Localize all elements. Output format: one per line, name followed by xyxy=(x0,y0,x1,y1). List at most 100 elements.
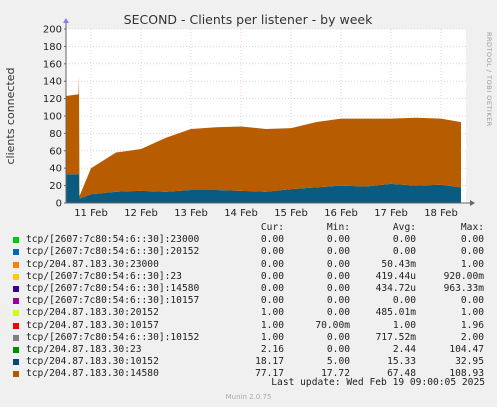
legend-min: 0.00 xyxy=(326,234,350,246)
x-tick-label: 13 Feb xyxy=(174,208,208,219)
legend-max: 0.00 xyxy=(460,295,484,307)
legend-min: 0.00 xyxy=(326,331,350,343)
legend-swatch xyxy=(13,346,19,353)
legend-row: tcp/204.87.183.30:23 2.16 0.00 2.44 104.47 xyxy=(10,344,490,356)
legend-name: tcp/[2607:7c80:54:6::30]:14580 xyxy=(26,282,200,294)
legend-min: 0.00 xyxy=(326,282,350,294)
legend-avg: 434.72u xyxy=(375,282,416,294)
legend-rows: tcp/[2607:7c80:54:6::30]:23000 0.00 0.00 0.… xyxy=(10,234,490,380)
legend-max: 1.96 xyxy=(460,319,484,331)
legend-max: 0.00 xyxy=(460,246,484,258)
y-tick-label: 60 xyxy=(49,146,62,157)
y-tick-label: 140 xyxy=(43,77,62,88)
legend-name: tcp/204.87.183.30:20152 xyxy=(26,307,159,319)
legend-row: tcp/204.87.183.30:10157 1.00 70.00m 1.00 1.9… xyxy=(10,320,490,332)
legend-avg: 50.43m xyxy=(381,258,416,270)
legend-cur: 0.00 xyxy=(260,270,284,282)
legend-header-max: Max: xyxy=(460,222,484,233)
legend-avg: 717.52m xyxy=(375,331,416,343)
legend-row: tcp/[2607:7c80:54:6::30]:10157 0.00 0.00 0.… xyxy=(10,295,490,307)
legend-avg: 15.33 xyxy=(387,356,416,368)
legend-min: 0.00 xyxy=(326,246,350,258)
y-tick-label: 40 xyxy=(49,164,62,175)
legend-max: 32.95 xyxy=(455,356,484,368)
legend-header-min: Min: xyxy=(326,222,350,233)
legend-cur: 1.00 xyxy=(260,307,284,319)
legend-row: tcp/204.87.183.30:10152 18.17 5.00 15.33 32.… xyxy=(10,356,490,368)
legend-swatch xyxy=(13,249,19,256)
legend-name: tcp/204.87.183.30:10152 xyxy=(26,356,159,368)
legend-cur: 0.00 xyxy=(260,295,284,307)
legend-cur: 0.00 xyxy=(260,258,284,270)
legend-swatch xyxy=(13,261,19,268)
legend-header-cur: Cur: xyxy=(260,222,284,233)
legend-name: tcp/[2607:7c80:54:6::30]:23000 xyxy=(26,234,200,246)
x-tick-label: 16 Feb xyxy=(324,208,358,219)
legend-row: tcp/204.87.183.30:20152 1.00 0.00 485.01m 1.… xyxy=(10,307,490,319)
legend-swatch xyxy=(13,285,19,292)
x-tick-label: 18 Feb xyxy=(424,208,458,219)
legend-max: 1.00 xyxy=(460,258,484,270)
legend-name: tcp/204.87.183.30:23000 xyxy=(26,258,159,270)
legend-swatch xyxy=(13,334,19,341)
legend-avg: 0.00 xyxy=(392,246,416,258)
legend-swatch xyxy=(13,237,19,244)
chart-area: SECOND - Clients per listener - by week … xyxy=(0,0,497,220)
legend-min: 70.00m xyxy=(315,319,350,331)
legend-cur: 0.00 xyxy=(260,282,284,294)
x-tick-label: 17 Feb xyxy=(374,208,408,219)
legend-swatch xyxy=(13,298,19,305)
legend-row: tcp/[2607:7c80:54:6::30]:23000 0.00 0.00 0.… xyxy=(10,234,490,246)
legend-avg: 419.44u xyxy=(375,270,416,282)
legend-max: 2.00 xyxy=(460,331,484,343)
legend-name: tcp/204.87.183.30:23 xyxy=(26,343,142,355)
legend-name: tcp/[2607:7c80:54:6::30]:20152 xyxy=(26,246,200,258)
y-tick-label: 20 xyxy=(49,181,62,192)
legend-row: tcp/[2607:7c80:54:6::30]:14580 0.00 0.00 43… xyxy=(10,283,490,295)
legend-min: 0.00 xyxy=(326,270,350,282)
legend-name: tcp/[2607:7c80:54:6::30]:23 xyxy=(26,270,182,282)
legend-header-avg: Avg: xyxy=(392,222,416,233)
munin-version: Munin 2.0.75 xyxy=(225,393,272,401)
legend-name: tcp/[2607:7c80:54:6::30]:10157 xyxy=(26,295,200,307)
legend-swatch xyxy=(13,273,19,280)
y-tick-label: 120 xyxy=(43,94,62,105)
x-tick-label: 15 Feb xyxy=(274,208,308,219)
legend-min: 0.00 xyxy=(326,258,350,270)
legend-swatch xyxy=(13,359,19,366)
legend-max: 963.33m xyxy=(443,282,484,294)
legend-cur: 0.00 xyxy=(260,234,284,246)
legend-name: tcp/204.87.183.30:14580 xyxy=(26,368,159,380)
legend-max: 920.00m xyxy=(443,270,484,282)
legend-row: tcp/[2607:7c80:54:6::30]:20152 0.00 0.00 0.… xyxy=(10,246,490,258)
last-update: Last update: Wed Feb 19 09:00:05 2025 xyxy=(271,377,485,388)
x-tick-label: 11 Feb xyxy=(74,208,108,219)
legend-max: 0.00 xyxy=(460,234,484,246)
legend-table: Cur: Min: Avg: Max: tcp/[2607:7c80:54:6:… xyxy=(10,222,490,380)
legend-cur: 1.00 xyxy=(260,331,284,343)
legend-swatch xyxy=(13,371,19,378)
legend-row: tcp/[2607:7c80:54:6::30]:10152 1.00 0.00 71… xyxy=(10,332,490,344)
legend-name: tcp/204.87.183.30:10157 xyxy=(26,319,159,331)
legend-avg: 0.00 xyxy=(392,295,416,307)
y-tick-label: 200 xyxy=(43,25,62,36)
legend-name: tcp/[2607:7c80:54:6::30]:10152 xyxy=(26,331,200,343)
legend-cur: 2.16 xyxy=(260,343,284,355)
x-tick-label: 12 Feb xyxy=(124,208,158,219)
legend-min: 0.00 xyxy=(326,295,350,307)
legend-row: tcp/[2607:7c80:54:6::30]:23 0.00 0.00 419.4… xyxy=(10,271,490,283)
legend-max: 1.00 xyxy=(460,307,484,319)
legend-swatch xyxy=(13,322,19,329)
legend-avg: 0.00 xyxy=(392,234,416,246)
legend-cur: 1.00 xyxy=(260,319,284,331)
y-tick-label: 0 xyxy=(56,199,62,210)
legend-avg: 2.44 xyxy=(392,343,416,355)
legend-min: 0.00 xyxy=(326,307,350,319)
y-axis-label: clients connected xyxy=(4,67,17,164)
legend-header: Cur: Min: Avg: Max: xyxy=(10,222,490,234)
y-tick-label: 100 xyxy=(43,112,62,123)
legend-max: 104.47 xyxy=(449,343,484,355)
legend-min: 0.00 xyxy=(326,343,350,355)
legend-row: tcp/204.87.183.30:23000 0.00 0.00 50.43m 1.0… xyxy=(10,259,490,271)
chart-title: SECOND - Clients per listener - by week xyxy=(124,12,373,27)
